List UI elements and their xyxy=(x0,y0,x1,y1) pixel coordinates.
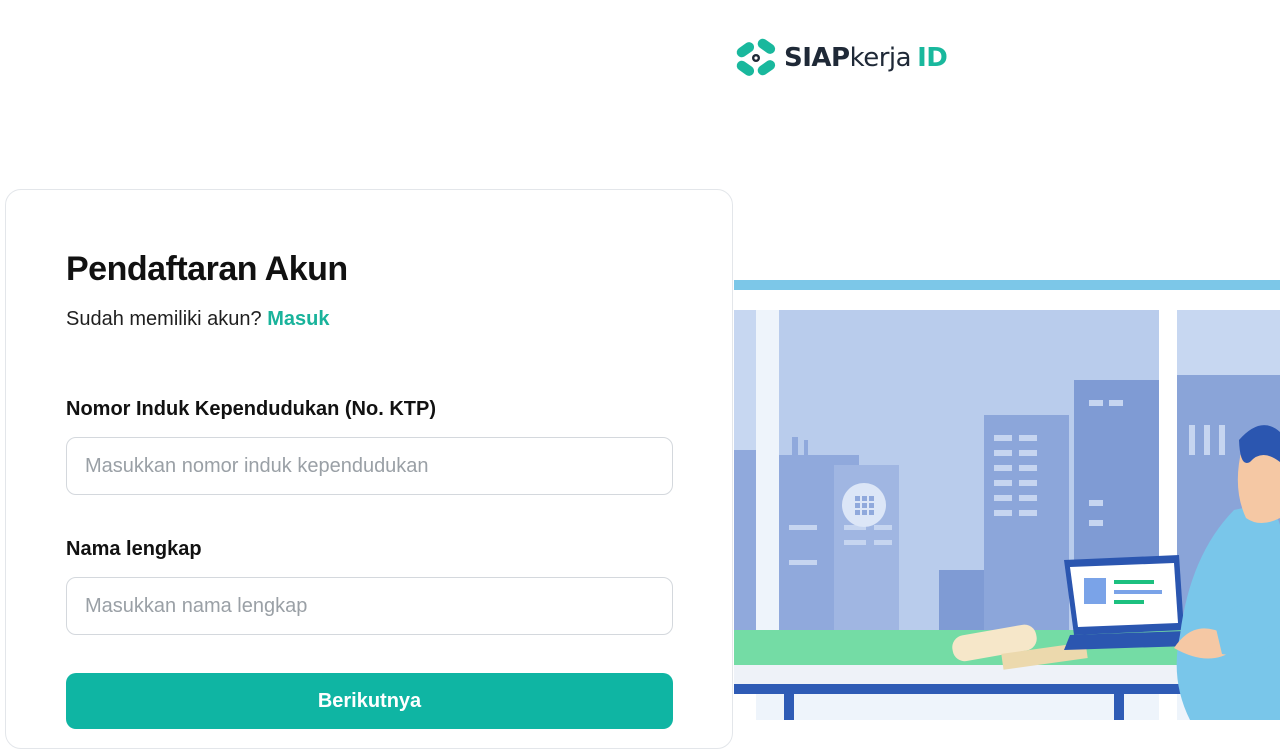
page-title: Pendaftaran Akun xyxy=(66,250,348,288)
siapkerja-logo[interactable]: SIAPkerja ID xyxy=(734,36,948,80)
login-link[interactable]: Masuk xyxy=(267,308,329,330)
logo-id: ID xyxy=(917,43,948,73)
login-prompt: Sudah memiliki akun? Masuk xyxy=(66,308,329,331)
siapkerja-logo-icon xyxy=(736,38,776,76)
nik-input[interactable] xyxy=(66,437,673,495)
office-worker-laptop-illustration xyxy=(734,280,1280,720)
logo-wordmark: SIAPkerja ID xyxy=(784,36,948,80)
nik-label: Nomor Induk Kependudukan (No. KTP) xyxy=(66,398,436,420)
full-name-input[interactable] xyxy=(66,577,673,635)
registration-card: Pendaftaran Akun Sudah memiliki akun? Ma… xyxy=(5,189,733,749)
has-account-text: Sudah memiliki akun? xyxy=(66,308,262,330)
logo-siap: SIAP xyxy=(784,43,850,73)
office-illustration xyxy=(734,280,1280,720)
full-name-label: Nama lengkap xyxy=(66,538,202,560)
next-button[interactable]: Berikutnya xyxy=(66,673,673,729)
logo-kerja: kerja xyxy=(849,43,912,73)
